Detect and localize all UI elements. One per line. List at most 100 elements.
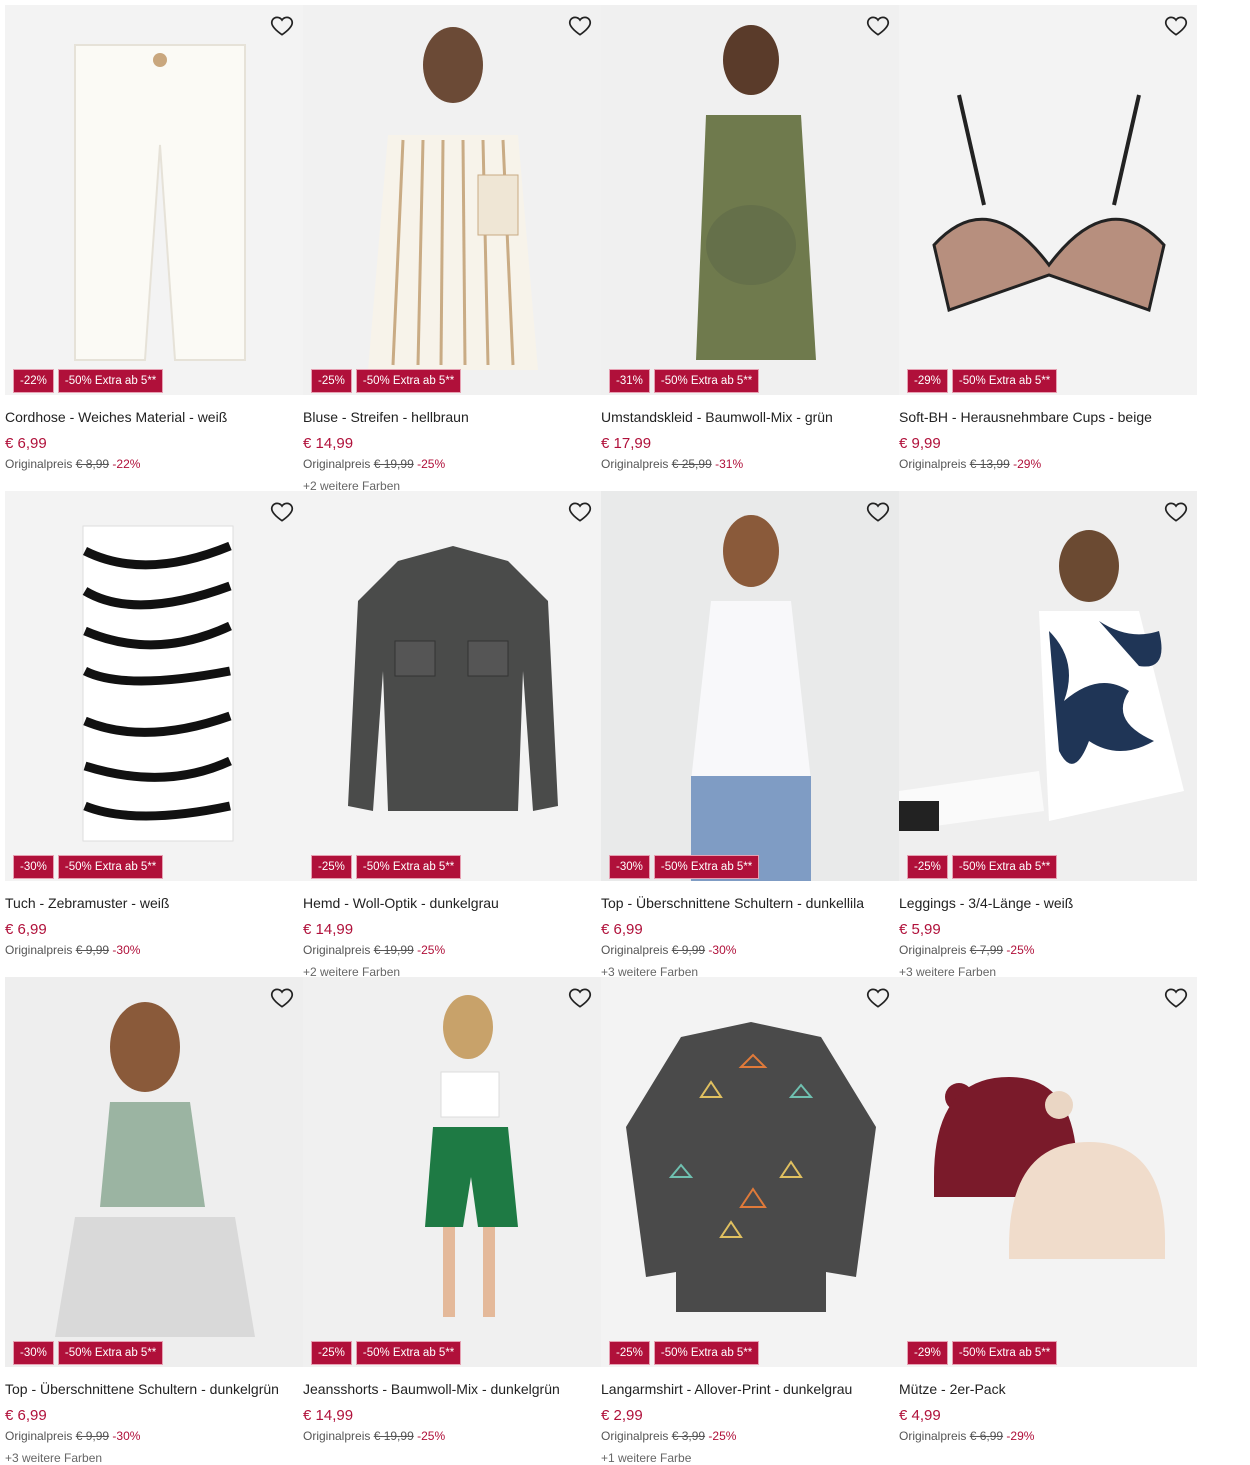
product-title[interactable]: Tuch - Zebramuster - weiß — [5, 895, 305, 911]
product-image[interactable] — [601, 5, 899, 395]
original-price: € 19,99 — [373, 457, 414, 471]
badge-group: -25% -50% Extra ab 5** — [311, 1341, 462, 1365]
original-price-line: Originalpreis € 6,99 -29% — [899, 1429, 1034, 1443]
badge-group: -30% -50% Extra ab 5** — [13, 855, 164, 879]
wishlist-heart-icon[interactable] — [865, 985, 891, 1011]
price-discount: -25% — [417, 457, 446, 471]
wishlist-heart-icon[interactable] — [269, 13, 295, 39]
product-price: € 5,99 — [899, 921, 941, 938]
extra-discount-badge: -50% Extra ab 5** — [355, 855, 462, 879]
wishlist-heart-icon[interactable] — [269, 499, 295, 525]
badge-group: -30% -50% Extra ab 5** — [13, 1341, 164, 1365]
extra-discount-badge: -50% Extra ab 5** — [57, 369, 164, 393]
extra-discount-badge: -50% Extra ab 5** — [355, 369, 462, 393]
price-discount: -25% — [708, 1429, 737, 1443]
original-price-line: Originalpreis € 7,99 -25% — [899, 943, 1034, 957]
discount-badge: -29% — [907, 1341, 948, 1365]
extra-discount-badge: -50% Extra ab 5** — [653, 369, 760, 393]
wishlist-heart-icon[interactable] — [1163, 13, 1189, 39]
discount-badge: -25% — [311, 1341, 352, 1365]
product-title[interactable]: Top - Überschnittene Schultern - dunkell… — [601, 895, 901, 911]
product-title[interactable]: Bluse - Streifen - hellbraun — [303, 409, 603, 425]
extra-discount-badge: -50% Extra ab 5** — [57, 855, 164, 879]
product-image[interactable] — [5, 977, 303, 1367]
wishlist-heart-icon[interactable] — [567, 499, 593, 525]
discount-badge: -31% — [609, 369, 650, 393]
product-price: € 4,99 — [899, 1407, 941, 1424]
product-price: € 6,99 — [5, 1407, 47, 1424]
product-title[interactable]: Mütze - 2er-Pack — [899, 1381, 1199, 1397]
product-title[interactable]: Leggings - 3/4-Länge - weiß — [899, 895, 1199, 911]
discount-badge: -29% — [907, 369, 948, 393]
product-price: € 2,99 — [601, 1407, 643, 1424]
product-image[interactable] — [5, 5, 303, 395]
original-price-label: Originalpreis — [5, 457, 73, 471]
wishlist-heart-icon[interactable] — [1163, 985, 1189, 1011]
product-title[interactable]: Langarmshirt - Allover-Print - dunkelgra… — [601, 1381, 901, 1397]
price-discount: -22% — [112, 457, 141, 471]
product-image[interactable] — [899, 5, 1197, 395]
original-price: € 7,99 — [969, 943, 1004, 957]
product-image[interactable] — [601, 491, 899, 881]
discount-badge: -30% — [13, 1341, 54, 1365]
more-colors-link[interactable]: +1 weitere Farbe — [601, 1451, 691, 1465]
product-price: € 6,99 — [601, 921, 643, 938]
product-price: € 9,99 — [899, 435, 941, 452]
badge-group: -25% -50% Extra ab 5** — [907, 855, 1058, 879]
discount-badge: -25% — [311, 369, 352, 393]
product-title[interactable]: Soft-BH - Herausnehmbare Cups - beige — [899, 409, 1199, 425]
discount-badge: -25% — [311, 855, 352, 879]
extra-discount-badge: -50% Extra ab 5** — [57, 1341, 164, 1365]
product-image[interactable] — [899, 491, 1197, 881]
original-price-label: Originalpreis — [303, 943, 371, 957]
wishlist-heart-icon[interactable] — [269, 985, 295, 1011]
badge-group: -25% -50% Extra ab 5** — [609, 1341, 760, 1365]
product-image[interactable] — [303, 977, 601, 1367]
product-price: € 17,99 — [601, 435, 652, 452]
wishlist-heart-icon[interactable] — [1163, 499, 1189, 525]
original-price: € 6,99 — [969, 1429, 1004, 1443]
original-price-line: Originalpreis € 13,99 -29% — [899, 457, 1041, 471]
more-colors-link[interactable]: +3 weitere Farben — [5, 1451, 102, 1465]
extra-discount-badge: -50% Extra ab 5** — [951, 1341, 1058, 1365]
original-price-line: Originalpreis € 25,99 -31% — [601, 457, 743, 471]
product-price: € 6,99 — [5, 435, 47, 452]
original-price-label: Originalpreis — [601, 943, 669, 957]
discount-badge: -22% — [13, 369, 54, 393]
product-title[interactable]: Umstandskleid - Baumwoll-Mix - grün — [601, 409, 901, 425]
price-discount: -29% — [1013, 457, 1042, 471]
product-image[interactable] — [5, 491, 303, 881]
price-discount: -30% — [708, 943, 737, 957]
original-price: € 19,99 — [373, 943, 414, 957]
product-title[interactable]: Cordhose - Weiches Material - weiß — [5, 409, 305, 425]
wishlist-heart-icon[interactable] — [567, 13, 593, 39]
original-price-line: Originalpreis € 19,99 -25% — [303, 457, 445, 471]
wishlist-heart-icon[interactable] — [567, 985, 593, 1011]
original-price: € 19,99 — [373, 1429, 414, 1443]
product-title[interactable]: Top - Überschnittene Schultern - dunkelg… — [5, 1381, 305, 1397]
original-price-label: Originalpreis — [303, 1429, 371, 1443]
product-image[interactable] — [601, 977, 899, 1367]
product-price: € 14,99 — [303, 435, 354, 452]
original-price-label: Originalpreis — [601, 1429, 669, 1443]
discount-badge: -30% — [609, 855, 650, 879]
wishlist-heart-icon[interactable] — [865, 499, 891, 525]
product-price: € 6,99 — [5, 921, 47, 938]
extra-discount-badge: -50% Extra ab 5** — [653, 1341, 760, 1365]
product-image[interactable] — [303, 491, 601, 881]
product-image[interactable] — [303, 5, 601, 395]
product-price: € 14,99 — [303, 921, 354, 938]
badge-group: -25% -50% Extra ab 5** — [311, 855, 462, 879]
product-title[interactable]: Hemd - Woll-Optik - dunkelgrau — [303, 895, 603, 911]
original-price-label: Originalpreis — [899, 943, 967, 957]
discount-badge: -30% — [13, 855, 54, 879]
price-discount: -30% — [112, 943, 141, 957]
product-price: € 14,99 — [303, 1407, 354, 1424]
product-image[interactable] — [899, 977, 1197, 1367]
product-title[interactable]: Jeansshorts - Baumwoll-Mix - dunkelgrün — [303, 1381, 603, 1397]
original-price-label: Originalpreis — [899, 457, 967, 471]
product-grid: -22% -50% Extra ab 5** Cordhose - Weiche… — [0, 0, 1250, 1465]
original-price-label: Originalpreis — [601, 457, 669, 471]
price-discount: -25% — [417, 943, 446, 957]
wishlist-heart-icon[interactable] — [865, 13, 891, 39]
